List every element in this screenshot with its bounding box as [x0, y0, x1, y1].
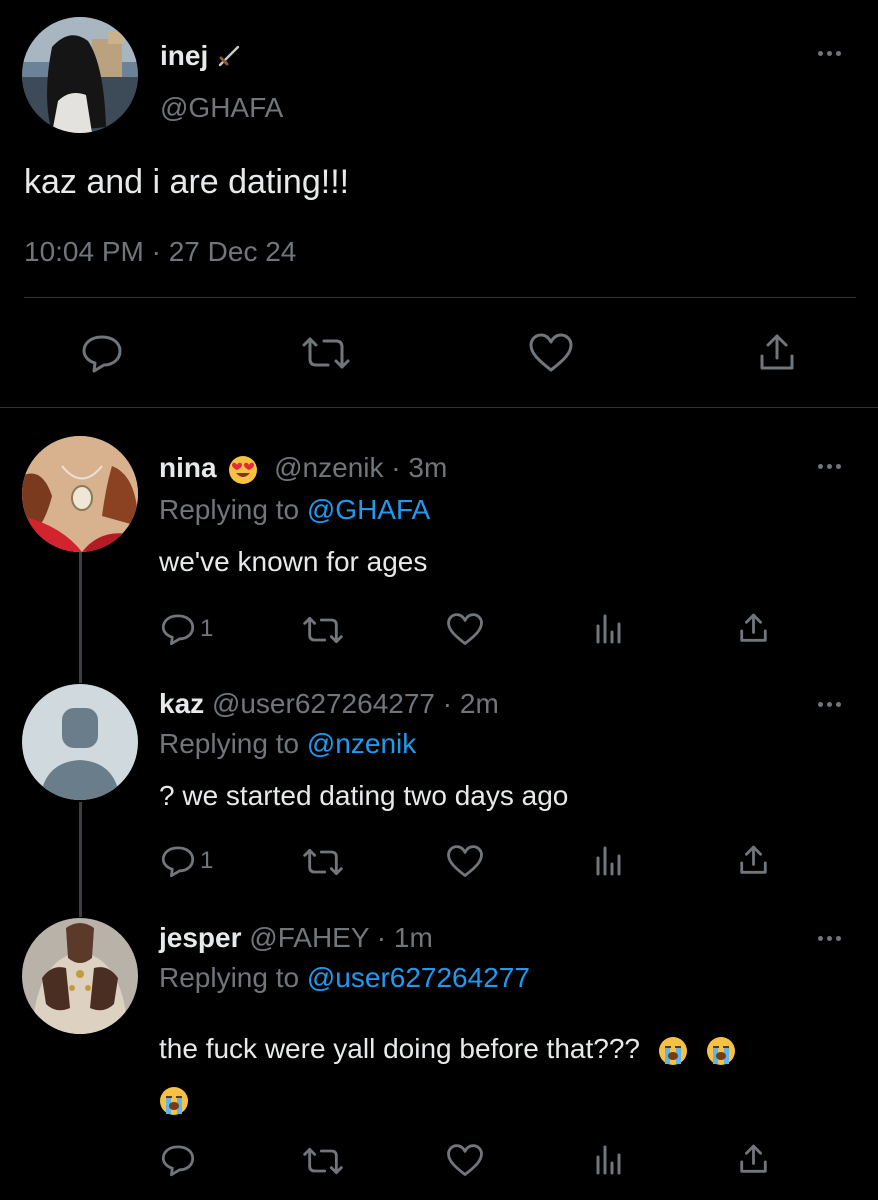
replying-to-handle[interactable]: @user627264277: [307, 962, 530, 993]
more-options-button[interactable]: [812, 931, 846, 945]
replying-to-handle[interactable]: @GHAFA: [307, 494, 430, 525]
reply-icon: [161, 614, 195, 646]
reply-icon: [161, 1145, 195, 1177]
heart-eyes-emoji-icon: [228, 455, 258, 485]
author-handle[interactable]: @GHAFA: [160, 92, 283, 124]
retweet-button[interactable]: [301, 1146, 345, 1176]
analytics-button[interactable]: [594, 846, 624, 876]
analytics-icon: [596, 614, 621, 644]
share-button[interactable]: [756, 332, 798, 374]
reply-text: ? we started dating two days ago: [159, 780, 569, 811]
retweet-icon: [303, 1147, 343, 1175]
retweet-button[interactable]: [300, 335, 352, 371]
replying-to-prefix: Replying to: [159, 728, 300, 759]
reply-age[interactable]: · 2m: [443, 688, 499, 719]
share-button[interactable]: [737, 1143, 770, 1176]
like-button[interactable]: [446, 1144, 484, 1177]
loudly-crying-emoji-icon: [159, 1086, 189, 1116]
reply-text-block: the fuck were yall doing before that???: [159, 1024, 839, 1124]
reply-display-name[interactable]: jesper: [159, 922, 242, 953]
reply-button[interactable]: [80, 333, 124, 373]
reply-age[interactable]: · 1m: [377, 922, 433, 953]
divider: [24, 297, 856, 298]
reply-button[interactable]: 1: [160, 844, 213, 878]
reply-text: the fuck were yall doing before that???: [159, 1033, 640, 1064]
share-icon: [740, 845, 767, 874]
replying-to-prefix: Replying to: [159, 494, 300, 525]
reply-avatar[interactable]: [22, 436, 138, 552]
replying-to-prefix: Replying to: [159, 962, 300, 993]
share-button[interactable]: [737, 844, 770, 877]
reply-display-name[interactable]: nina: [159, 452, 217, 483]
analytics-button[interactable]: [594, 1145, 624, 1175]
heart-icon: [447, 613, 483, 645]
retweet-button[interactable]: [301, 615, 345, 645]
share-icon: [740, 613, 767, 642]
reply-text: we've known for ages: [159, 546, 428, 577]
loudly-crying-emoji-icon: [658, 1036, 688, 1066]
tweet-timestamp[interactable]: 10:04 PM · 27 Dec 24: [24, 236, 296, 268]
reply-handle[interactable]: @user627264277: [212, 688, 435, 719]
reply-button[interactable]: [160, 1143, 196, 1177]
reply-age[interactable]: · 3m: [391, 452, 447, 483]
reply-header: jesper @FAHEY · 1m: [159, 922, 433, 954]
retweet-icon: [303, 616, 343, 644]
share-button[interactable]: [737, 612, 770, 645]
replying-to-handle[interactable]: @nzenik: [307, 728, 416, 759]
heart-icon: [529, 333, 573, 372]
analytics-icon: [596, 846, 621, 876]
reply-handle[interactable]: @nzenik: [274, 452, 383, 483]
thread-line: [79, 550, 82, 683]
replying-to-line: Replying to @GHAFA: [159, 494, 430, 526]
retweet-button[interactable]: [301, 847, 345, 877]
more-options-button[interactable]: [812, 459, 846, 473]
share-icon: [760, 334, 794, 370]
reply-icon: [82, 335, 122, 373]
thread-line: [79, 802, 82, 917]
reply-handle[interactable]: @FAHEY: [249, 922, 369, 953]
reply-header: kaz @user627264277 · 2m: [159, 688, 499, 720]
retweet-icon: [302, 337, 350, 369]
replying-to-line: Replying to @nzenik: [159, 728, 416, 760]
reply-button[interactable]: 1: [160, 612, 213, 646]
like-button[interactable]: [528, 333, 574, 373]
reply-count: 1: [200, 615, 214, 642]
dagger-icon: [216, 43, 242, 69]
reply-count: 1: [200, 847, 214, 874]
like-button[interactable]: [446, 613, 484, 646]
main-tweet-author[interactable]: inej: [160, 38, 242, 74]
main-tweet-avatar[interactable]: [22, 17, 138, 133]
retweet-icon: [303, 848, 343, 876]
analytics-button[interactable]: [594, 614, 624, 644]
analytics-icon: [596, 1145, 621, 1175]
author-display-name: inej: [160, 40, 209, 71]
reply-header: nina @nzenik · 3m: [159, 452, 447, 485]
more-options-button[interactable]: [812, 697, 846, 711]
reply-avatar[interactable]: [22, 684, 138, 800]
reply-display-name[interactable]: kaz: [159, 688, 204, 719]
heart-icon: [447, 1144, 483, 1176]
divider: [0, 407, 878, 408]
replying-to-line: Replying to @user627264277: [159, 962, 530, 994]
more-options-button[interactable]: [812, 46, 846, 60]
tweet-text: kaz and i are dating!!!: [24, 163, 350, 201]
like-button[interactable]: [446, 845, 484, 878]
reply-avatar[interactable]: [22, 918, 138, 1034]
share-icon: [740, 1144, 767, 1173]
reply-icon: [161, 846, 195, 878]
loudly-crying-emoji-icon: [706, 1036, 736, 1066]
heart-icon: [447, 845, 483, 877]
